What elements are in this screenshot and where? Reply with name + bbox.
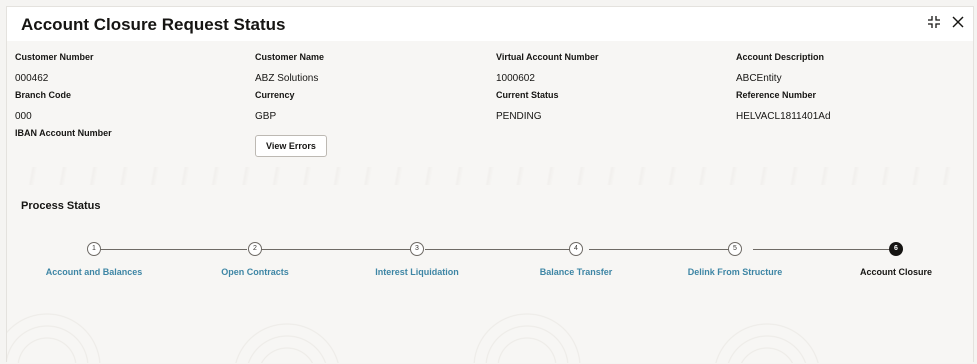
account-closure-status-window: Account Closure Request Status Customer … — [6, 6, 974, 363]
branch-code-label: Branch Code — [15, 90, 72, 100]
current-status-label: Current Status — [496, 90, 559, 100]
view-errors-button[interactable]: View Errors — [255, 135, 327, 157]
close-icon[interactable] — [951, 15, 965, 29]
step-3-link[interactable]: Interest Liquidation — [337, 267, 497, 277]
iban-account-number-label: IBAN Account Number — [15, 128, 112, 138]
customer-name-label: Customer Name — [255, 52, 325, 62]
step-4-marker: 4 — [569, 242, 583, 256]
customer-number-label: Customer Number — [15, 52, 94, 62]
reference-number-value: HELVACL1811401Ad — [736, 111, 831, 122]
step-1-marker: 1 — [87, 242, 101, 256]
currency-field: Currency GBP — [255, 89, 485, 123]
maximize-icon[interactable] — [927, 15, 941, 29]
step-4-link[interactable]: Balance Transfer — [496, 267, 656, 277]
account-description-label: Account Description — [736, 52, 825, 62]
branch-code-field: Branch Code 000 — [15, 89, 245, 123]
customer-number-field: Customer Number 000462 — [15, 51, 245, 85]
account-description-value: ABCEntity — [736, 73, 782, 84]
step-3-marker: 3 — [410, 242, 424, 256]
process-stepper: 1 Account and Balances 2 Open Contracts … — [7, 185, 973, 297]
window-title: Account Closure Request Status — [21, 15, 286, 34]
virtual-account-number-label: Virtual Account Number — [496, 52, 599, 62]
window-actions — [927, 15, 965, 29]
decorative-divider — [7, 167, 973, 187]
branch-code-value: 000 — [15, 111, 32, 122]
customer-name-value: ABZ Solutions — [255, 73, 319, 84]
step-connector — [97, 249, 247, 250]
account-description-field: Account Description ABCEntity — [736, 51, 966, 85]
reference-number-field: Reference Number HELVACL1811401Ad — [736, 89, 966, 123]
step-6-label: Account Closure — [859, 267, 932, 277]
step-5-link[interactable]: Delink From Structure — [655, 267, 815, 277]
currency-label: Currency — [255, 90, 295, 100]
reference-number-label: Reference Number — [736, 90, 817, 100]
customer-name-field: Customer Name ABZ Solutions — [255, 51, 485, 85]
iban-account-number-field: IBAN Account Number — [15, 127, 245, 149]
decorative-background-pattern — [7, 297, 973, 363]
step-2-link[interactable]: Open Contracts — [175, 267, 335, 277]
step-2-marker: 2 — [248, 242, 262, 256]
current-status-value: PENDING — [496, 111, 542, 122]
process-status-panel: Process Status 1 Account and Balances 2 … — [7, 185, 973, 297]
step-connector — [425, 249, 575, 250]
currency-value: GBP — [255, 111, 277, 122]
step-connector — [753, 249, 903, 250]
step-connector — [261, 249, 411, 250]
virtual-account-number-value: 1000602 — [496, 73, 535, 84]
step-connector — [589, 249, 739, 250]
customer-number-value: 000462 — [15, 73, 49, 84]
step-1-link[interactable]: Account and Balances — [14, 267, 174, 277]
title-bar: Account Closure Request Status — [7, 7, 973, 41]
current-status-field: Current Status PENDING — [496, 89, 726, 123]
step-6-marker: 6 — [889, 242, 903, 256]
virtual-account-number-field: Virtual Account Number 1000602 — [496, 51, 726, 85]
step-5-marker: 5 — [728, 242, 742, 256]
